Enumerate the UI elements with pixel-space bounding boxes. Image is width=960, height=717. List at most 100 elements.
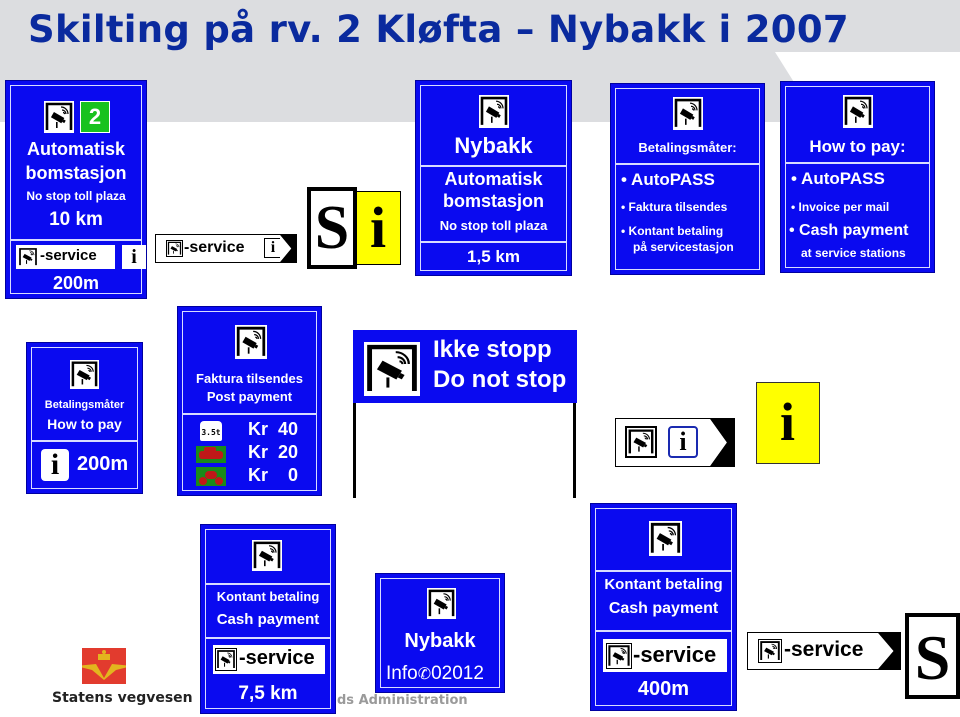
sign-distance: 7,5 km [238,683,298,704]
sign-divider [31,440,138,442]
service-label: -service [40,247,97,264]
info-line: Info✆02012 [386,663,484,685]
service-s-glyph: S [914,622,951,693]
phone-icon: ✆ [417,666,432,683]
sign-line-2: Cash payment [608,600,719,617]
payment-list: • AutoPASS • Invoice per mail • Cash pay… [781,82,934,272]
sign-divider [595,570,732,572]
sign-distance: 200m [77,453,129,475]
info-icon: i [122,245,146,269]
sign-line-2: bomstasjon [25,163,127,183]
sign-si: i S [307,187,403,269]
sign-distance: 400m [637,678,690,700]
list-item: • Faktura tilsendes [621,200,728,214]
list-item: på servicestasjon [633,240,734,254]
place-name: Nybakk [404,630,476,652]
sign-divider [205,583,331,585]
toll-camera-icon [758,639,782,663]
sign-do-not-stop: Ikke stopp Do not stop [353,330,577,500]
toll-camera-icon [479,95,509,128]
sign-service-arrow-2: -service [747,632,901,670]
car-icon [196,446,226,463]
sign-line-2: Post payment [206,389,293,404]
sign-line-1: Betalingsmåter [44,399,125,411]
service-label: -service [633,642,717,667]
sign-line-2: Do not stop [433,366,567,393]
logo-text: Statens vegvesen [52,690,193,706]
sign-nybakk-toll: Nybakk Automatisk bomstasjon No stop tol… [415,80,572,276]
service-label: -service [784,638,864,661]
sign-service-arrow-info: i [615,418,735,467]
service-label: -service [184,239,245,256]
sign-betalingsmater: Betalingsmåter: • AutoPASS • Faktura til… [610,83,765,275]
sign-line-3: No stop toll plaza [439,218,548,233]
list-item: • Invoice per mail [791,200,890,214]
sign-how-to-pay-200m: Betalingsmåter How to pay i 200m [26,342,143,494]
sign-line-3: No stop toll plaza [26,189,126,203]
sign-divider [420,241,567,243]
phone-number: 02012 [431,663,484,684]
service-s-glyph: S [314,194,350,262]
sign-line-1: Kontant betaling [216,589,320,604]
list-item: • Cash payment [789,222,909,239]
sign-divider [10,239,142,241]
sign-line-2: bomstasjon [442,191,544,211]
sign-divider [595,630,732,632]
place-name: Nybakk [454,133,533,158]
sign-distance: 10 km [49,209,103,230]
sign-divider [205,637,331,639]
service-label-box: -service [16,245,115,269]
watermark-text: ds Administration [337,693,468,708]
sign-line-2: How to pay [47,416,122,432]
sign-service-arrow: -service i [155,234,297,263]
statens-vegvesen-logo [82,648,126,684]
sign-nybakk-info: Nybakk Info✆02012 [375,573,505,693]
list-item: • AutoPASS [621,170,715,189]
sign-post-payment: Faktura tilsendes Post payment 3.5t Kr 4… [177,306,322,496]
motorcycle-icon [196,467,226,486]
sign-line-2: Cash payment [216,611,320,628]
sign-divider [420,165,567,167]
route-number-badge: 2 [80,101,110,133]
truck-icon: 3.5t [200,421,222,441]
gantry-post-right [573,400,576,498]
toll-camera-icon [625,426,657,458]
toll-camera-icon [427,588,456,619]
list-item: at service stations [801,246,906,260]
gantry-panel: Ikke stopp Do not stop [353,330,577,403]
sign-line-1: Automatisk [444,169,543,189]
toll-camera-icon [166,240,183,257]
payment-list: • AutoPASS • Faktura tilsendes • Kontant… [611,84,764,274]
sign-line-1: Kontant betaling [604,576,723,593]
list-item: • AutoPASS [791,169,885,188]
rate-car: Kr 20 [248,442,299,462]
list-item: • Kontant betaling [621,224,724,238]
sign-yellow-info: i [756,382,820,464]
toll-camera-icon [252,540,282,571]
toll-camera-icon [235,325,267,359]
rate-truck: Kr 40 [248,419,299,439]
sign-how-to-pay: How to pay: • AutoPASS • Invoice per mai… [780,81,935,273]
info-icon: i [668,426,698,458]
toll-camera-icon [18,247,38,267]
service-label-box: -service [603,639,727,672]
toll-camera-icon [44,101,74,133]
service-label-box: -service [213,645,325,674]
toll-camera-icon [70,360,99,389]
page-title: Skilting på rv. 2 Kløfta – Nybakk i 2007 [28,8,849,51]
toll-camera-icon [606,643,632,669]
toll-camera-icon [364,342,420,396]
sign-line-1: Automatisk [26,139,125,159]
sign-divider [182,413,317,415]
info-icon: i [264,238,282,258]
sign-s: S [905,613,960,699]
info-icon: i [41,449,69,481]
sign-toll-10km: 2 Automatisk bomstasjon No stop toll pla… [5,80,147,299]
rate-motorcycle: Kr 0 [248,465,299,485]
info-glyph: i [779,392,795,452]
sign-line-1: Ikke stopp [433,336,552,363]
info-label: Info [386,663,418,684]
sign-distance: 1,5 km [467,247,520,266]
sign-line-1: Faktura tilsendes [196,371,303,386]
toll-camera-icon [215,648,237,671]
